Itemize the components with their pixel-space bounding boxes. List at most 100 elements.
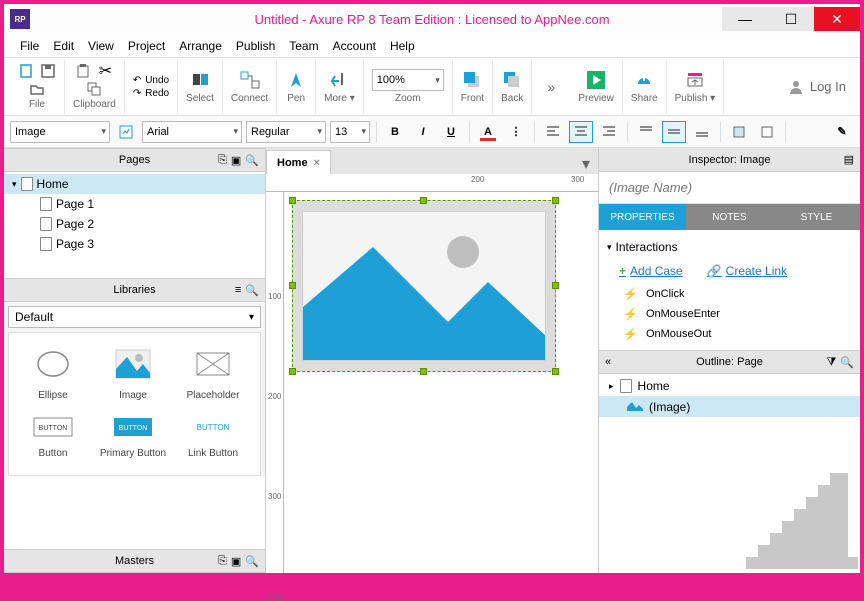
login-button[interactable]: Log In <box>788 79 846 95</box>
menu-file[interactable]: File <box>14 37 45 55</box>
canvas-tab-home[interactable]: Home × <box>266 150 331 174</box>
add-master-icon[interactable]: ⎘ <box>218 555 227 568</box>
connect-icon[interactable] <box>239 69 261 91</box>
menu-account[interactable]: Account <box>327 37 382 55</box>
image-icon <box>115 349 151 384</box>
text-color-button[interactable]: A <box>476 121 500 143</box>
close-button[interactable]: ✕ <box>814 7 860 31</box>
page-item-home[interactable]: ▾Home <box>4 174 265 194</box>
expand-toolbar-icon[interactable]: » <box>540 76 562 98</box>
inspector-note-icon[interactable]: ▤ <box>844 153 854 166</box>
widget-link-button[interactable]: BUTTONLink Button <box>173 409 253 467</box>
outline-item[interactable]: ▸Home <box>599 376 860 396</box>
search-outline-icon[interactable]: 🔍 <box>840 356 854 369</box>
edit-style-button[interactable]: ✎ <box>830 121 854 143</box>
outline-collapse-icon[interactable]: « <box>605 356 611 368</box>
menu-team[interactable]: Team <box>283 37 324 55</box>
library-combo[interactable]: Default <box>8 306 261 328</box>
tab-style[interactable]: STYLE <box>773 204 860 230</box>
close-tab-icon[interactable]: × <box>314 157 320 169</box>
menu-arrange[interactable]: Arrange <box>173 37 228 55</box>
widget-button[interactable]: BUTTONButton <box>13 409 93 467</box>
more-text-button[interactable]: ⋮ <box>504 121 528 143</box>
outline-filter-icon[interactable]: ⧩ <box>826 356 836 369</box>
search-masters-icon[interactable]: 🔍 <box>245 555 259 568</box>
event-onmouseenter[interactable]: ⚡OnMouseEnter <box>607 304 852 324</box>
valign-bottom-button[interactable] <box>690 121 714 143</box>
add-page-icon[interactable]: ⎘ <box>218 154 227 167</box>
tab-notes[interactable]: NOTES <box>686 204 773 230</box>
back-icon[interactable] <box>501 69 523 91</box>
search-libraries-icon[interactable]: 🔍 <box>245 284 259 297</box>
menu-view[interactable]: View <box>82 37 120 55</box>
add-case-link[interactable]: +Add Case <box>619 264 683 278</box>
image-icon <box>627 399 643 414</box>
outline-item[interactable]: (Image) <box>599 396 860 417</box>
shape-tool-icon[interactable] <box>114 121 138 143</box>
paste-icon[interactable] <box>75 63 91 79</box>
event-onclick[interactable]: ⚡OnClick <box>607 284 852 304</box>
design-surface[interactable] <box>284 192 598 573</box>
preview-icon[interactable] <box>585 69 607 91</box>
selected-image-widget[interactable] <box>292 200 556 372</box>
page-item-page-1[interactable]: Page 1 <box>4 194 265 214</box>
menu-publish[interactable]: Publish <box>230 37 281 55</box>
page-icon <box>40 217 52 231</box>
window-title: Untitled - Axure RP 8 Team Edition : Lic… <box>254 12 609 27</box>
interactions-header[interactable]: ▾ Interactions <box>607 236 852 258</box>
page-item-page-2[interactable]: Page 2 <box>4 214 265 234</box>
cut-icon[interactable]: ✂ <box>97 63 113 79</box>
valign-middle-button[interactable] <box>662 121 686 143</box>
widget-image[interactable]: Image <box>93 341 173 409</box>
redo-button[interactable]: ↷ Redo <box>133 88 169 99</box>
front-icon[interactable] <box>461 69 483 91</box>
share-icon[interactable] <box>633 69 655 91</box>
bold-button[interactable]: B <box>383 121 407 143</box>
undo-button[interactable]: ↶ Undo <box>133 75 169 86</box>
save-icon[interactable] <box>40 63 56 79</box>
copy-icon[interactable] <box>86 81 102 97</box>
widget-primary-button[interactable]: BUTTONPrimary Button <box>93 409 173 467</box>
menu-project[interactable]: Project <box>122 37 171 55</box>
select-icon[interactable] <box>189 69 211 91</box>
widget-name-input[interactable]: (Image Name) <box>599 172 860 204</box>
align-right-button[interactable] <box>597 121 621 143</box>
search-pages-icon[interactable]: 🔍 <box>245 154 259 167</box>
menu-help[interactable]: Help <box>384 37 421 55</box>
pen-icon[interactable] <box>285 69 307 91</box>
weight-combo[interactable]: Regular <box>246 121 326 143</box>
event-onmouseout[interactable]: ⚡OnMouseOut <box>607 324 852 344</box>
back-label: Back <box>501 93 523 104</box>
canvas-menu-icon[interactable]: ▾ <box>574 154 598 174</box>
add-folder-icon[interactable]: ▣ <box>231 154 241 167</box>
link-button-icon: BUTTON <box>193 417 233 442</box>
minimize-button[interactable]: — <box>722 7 768 31</box>
underline-button[interactable]: U <box>439 121 463 143</box>
publish-icon[interactable] <box>684 69 706 91</box>
app-icon: RP <box>10 9 30 29</box>
maximize-button[interactable]: ☐ <box>768 7 814 31</box>
tree-toggle-icon[interactable]: ▾ <box>12 179 17 190</box>
widget-placeholder[interactable]: Placeholder <box>173 341 253 409</box>
create-link-link[interactable]: 🔗Create Link <box>707 264 787 278</box>
align-center-button[interactable] <box>569 121 593 143</box>
page-item-page-3[interactable]: Page 3 <box>4 234 265 254</box>
border-button[interactable] <box>755 121 779 143</box>
add-master-folder-icon[interactable]: ▣ <box>231 555 241 568</box>
libraries-menu-icon[interactable]: ≡ <box>235 284 241 297</box>
open-icon[interactable] <box>29 81 45 97</box>
more-icon[interactable] <box>328 69 350 91</box>
italic-button[interactable]: I <box>411 121 435 143</box>
shape-combo[interactable]: Image <box>10 121 110 143</box>
menu-edit[interactable]: Edit <box>47 37 80 55</box>
font-combo[interactable]: Arial <box>142 121 242 143</box>
new-file-icon[interactable] <box>18 63 34 79</box>
valign-top-button[interactable] <box>634 121 658 143</box>
align-left-button[interactable] <box>541 121 565 143</box>
size-combo[interactable]: 13 <box>330 121 370 143</box>
fill-button[interactable] <box>727 121 751 143</box>
tab-properties[interactable]: PROPERTIES <box>599 204 686 230</box>
widgets-grid: EllipseImagePlaceholderBUTTONButtonBUTTO… <box>8 332 261 476</box>
zoom-combo[interactable]: 100% <box>372 69 444 91</box>
widget-ellipse[interactable]: Ellipse <box>13 341 93 409</box>
